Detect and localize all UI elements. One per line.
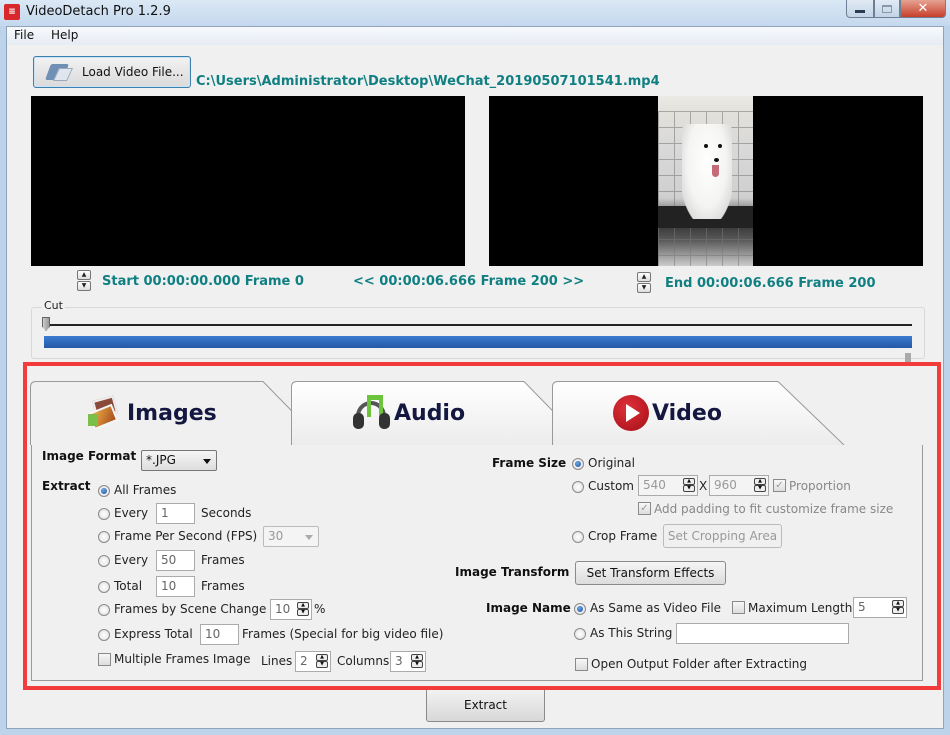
selected-range-bar (44, 336, 912, 348)
maximize-icon (882, 4, 892, 13)
down-arrow-icon[interactable]: ▼ (637, 283, 651, 293)
cut-slider-thumb[interactable] (42, 317, 50, 331)
close-button[interactable]: ✕ (900, 0, 946, 18)
minimize-button[interactable] (846, 0, 874, 18)
current-time-label: << 00:00:06.666 Frame 200 >> (353, 274, 585, 289)
start-preview (31, 96, 465, 266)
load-video-label: Load Video File... (82, 65, 184, 79)
up-arrow-icon[interactable]: ▲ (637, 272, 651, 282)
up-arrow-icon[interactable]: ▲ (77, 270, 91, 280)
menu-bar: File Help (7, 27, 943, 45)
menu-help[interactable]: Help (51, 28, 78, 42)
load-video-button[interactable]: Load Video File... (33, 56, 191, 88)
window-controls: ✕ (846, 0, 946, 18)
video-frame-thumbnail (658, 96, 753, 266)
close-icon: ✕ (917, 1, 929, 16)
highlight-box (23, 362, 941, 690)
main-window: File Help Load Video File... C:\Users\Ad… (6, 26, 944, 729)
minimize-icon (855, 9, 865, 13)
cut-group: Cut (31, 299, 925, 359)
down-arrow-icon[interactable]: ▼ (77, 281, 91, 291)
start-frame-spinner[interactable]: ▲ ▼ (77, 270, 91, 292)
maximize-button[interactable] (874, 0, 900, 18)
window-title: VideoDetach Pro 1.2.9 (26, 4, 171, 19)
file-path: C:\Users\Administrator\Desktop\WeChat_20… (196, 74, 660, 89)
menu-file[interactable]: File (14, 28, 34, 42)
title-bar: ≡ VideoDetach Pro 1.2.9 ✕ (0, 0, 950, 26)
extract-button[interactable]: Extract (426, 690, 545, 722)
cut-slider-track[interactable] (44, 324, 912, 326)
videodetach-logo-icon: ≡ (4, 4, 20, 20)
end-frame-spinner[interactable]: ▲ ▼ (637, 272, 651, 294)
end-preview (489, 96, 923, 266)
start-time-label: Start 00:00:00.000 Frame 0 (102, 274, 304, 289)
end-time-label: End 00:00:06.666 Frame 200 (665, 276, 876, 291)
folder-open-icon (45, 62, 74, 82)
cut-label: Cut (42, 299, 65, 312)
